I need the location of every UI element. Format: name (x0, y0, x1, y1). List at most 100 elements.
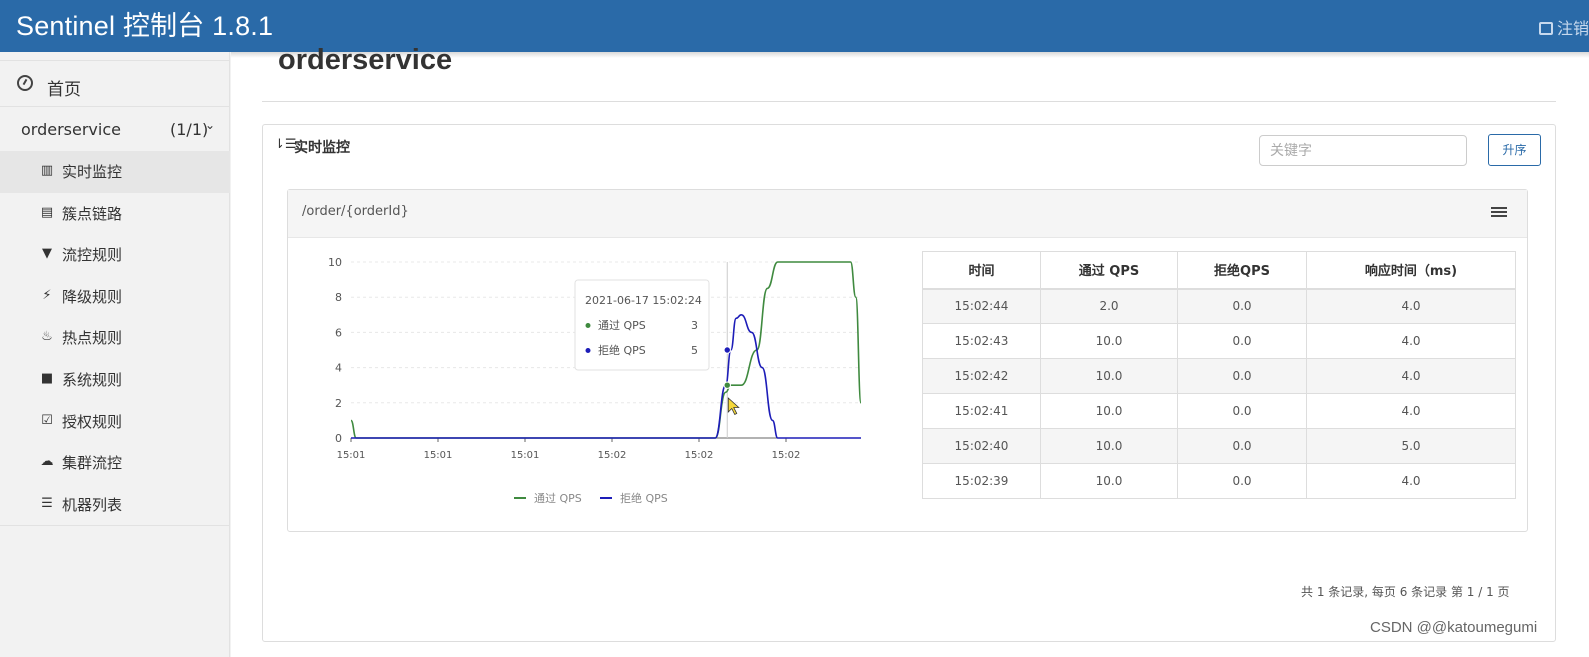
app-name: orderservice (21, 120, 121, 139)
table-cell: 15:02:41 (922, 393, 1041, 429)
table-cell: 15:02:43 (922, 323, 1041, 359)
th-list-icon: ☰ (41, 495, 53, 511)
keyword-search-input[interactable] (1259, 135, 1467, 166)
sidebar-item-label: 机器列表 (62, 495, 123, 514)
app-machine-count: (1/1) (170, 120, 209, 139)
table-row: 15:02:42 10.0 0.0 4.0 (922, 358, 1516, 394)
tooltip-series-value: 5 (691, 344, 698, 357)
tooltip-title: 2021-06-17 15:02:24 (585, 294, 702, 307)
table-cell: 0.0 (1177, 463, 1307, 499)
sidebar-item-8[interactable]: ☁ 集群流控 (0, 442, 230, 484)
sidebar-item-label: 簇点链路 (62, 204, 123, 223)
sidebar-item-label: 授权规则 (62, 412, 123, 431)
column-header: 响应时间（ms) (1306, 251, 1516, 290)
list-alt-icon: ▤ (40, 204, 54, 220)
sidebar-item-2[interactable]: ▤ 簇点链路 (0, 193, 230, 235)
tooltip-dot (585, 323, 591, 328)
table-cell: 4.0 (1306, 358, 1516, 394)
lock-icon: ■ (40, 370, 54, 386)
sidebar-divider (0, 525, 230, 526)
resource-card-header: /order/{orderId} (288, 190, 1527, 238)
y-tick-label: 4 (335, 362, 342, 375)
x-tick-label: 15:02 (772, 450, 801, 461)
table-cell: 0.0 (1177, 393, 1307, 429)
x-tick-label: 15:01 (511, 450, 540, 461)
panel-title: 实时监控 (294, 140, 350, 156)
table-row: 15:02:39 10.0 0.0 4.0 (922, 463, 1516, 499)
sidebar-item-label: 集群流控 (62, 454, 123, 473)
logout-label: 注销 (1556, 19, 1589, 38)
table-cell: 10.0 (1040, 393, 1178, 429)
table-row: 15:02:43 10.0 0.0 4.0 (922, 323, 1516, 359)
y-tick-label: 10 (328, 256, 342, 269)
y-tick-label: 0 (335, 432, 342, 445)
legend-label: 拒绝 QPS (620, 491, 668, 505)
table-cell: 0.0 (1177, 288, 1307, 324)
sidebar-item-label: 流控规则 (62, 246, 123, 265)
sidebar-item-home[interactable]: 首页 (0, 60, 230, 107)
watermark: CSDN @@katoumegumi (1370, 619, 1538, 636)
cloud-icon: ☁ (40, 454, 54, 470)
pagination-info: 共 1 条记录, 每页 6 条记录 第 1 / 1 页 (1301, 585, 1510, 599)
mouse-cursor-icon (727, 397, 740, 416)
resource-card: /order/{orderId} 0 2 4 6 8 10 15:01 15:01 15:01 1… (287, 189, 1528, 532)
fire-icon: ♨ (41, 329, 53, 345)
sidebar-item-9[interactable]: ☰ 机器列表 (0, 484, 230, 526)
sidebar-item-3[interactable]: ▼ 流控规则 (0, 234, 230, 276)
sidebar-item-5[interactable]: ♨ 热点规则 (0, 317, 230, 359)
page-title: orderservice (278, 44, 453, 76)
table-cell: 15:02:42 (922, 358, 1041, 394)
table-cell: 10.0 (1040, 428, 1178, 464)
sidebar-item-label: 热点规则 (62, 329, 123, 348)
sidebar-item-4[interactable]: ⚡ 降级规则 (0, 276, 230, 318)
qps-line-chart[interactable]: 0 2 4 6 8 10 15:01 15:01 15:01 15:02 15:02 15:02 202… (318, 248, 878, 508)
metrics-table: 时间 通过 QPS 拒绝QPS 响应时间（ms) 15:02:44 2.0 0.0 4.0 1… (922, 251, 1516, 499)
table-cell: 4.0 (1306, 393, 1516, 429)
y-tick-label: 2 (335, 397, 342, 410)
bar-chart-icon: ▥ (40, 163, 54, 178)
brand-title[interactable]: Sentinel 控制台 1.8.1 (16, 4, 273, 43)
tooltip-series-name: 通过 QPS (598, 319, 646, 332)
logout-icon (1538, 22, 1553, 35)
table-cell: 0.0 (1177, 323, 1307, 359)
tooltip-series-name: 拒绝 QPS (598, 343, 646, 357)
sort-ascending-button[interactable]: 升序 (1488, 134, 1541, 166)
chevron-down-icon: ⌄ (205, 118, 216, 132)
table-cell: 5.0 (1306, 428, 1516, 464)
column-header: 通过 QPS (1040, 251, 1178, 290)
table-row: 15:02:41 10.0 0.0 4.0 (922, 393, 1516, 429)
table-cell: 0.0 (1177, 428, 1307, 464)
tooltip-series-value: 3 (691, 319, 698, 332)
x-tick-label: 15:02 (685, 450, 714, 461)
sidebar-menu: ▥ 实时监控 ▤ 簇点链路 ▼ 流控规则 ⚡ 降级规则 ♨ 热点规则 ■ 系统规则 ☑ 授权规则 ☁ 集群流控… (0, 151, 230, 525)
table-cell: 15:02:39 (922, 463, 1041, 499)
table-cell: 4.0 (1306, 288, 1516, 324)
sidebar-item-7[interactable]: ☑ 授权规则 (0, 401, 230, 443)
menu-icon[interactable] (1491, 207, 1507, 219)
sidebar-item-label: 系统规则 (62, 370, 123, 389)
sidebar-item-1[interactable]: ▥ 实时监控 (0, 151, 230, 193)
sidebar-item-6[interactable]: ■ 系统规则 (0, 359, 230, 401)
table-cell: 15:02:40 (922, 428, 1041, 464)
hover-point-block (723, 346, 731, 354)
table-cell: 4.0 (1306, 463, 1516, 499)
dashboard-icon (17, 75, 33, 91)
y-tick-label: 6 (335, 326, 342, 339)
sidebar-item-label: 降级规则 (62, 287, 123, 306)
column-header: 拒绝QPS (1177, 251, 1307, 290)
tooltip-dot (585, 348, 591, 353)
x-tick-label: 15:01 (337, 450, 366, 461)
table-row: 15:02:44 2.0 0.0 4.0 (922, 288, 1516, 324)
table-cell: 10.0 (1040, 358, 1178, 394)
main-content: orderservice ⇂☰ 实时监控 升序 /order/{orderId}… (231, 44, 1589, 657)
resource-name: /order/{orderId} (302, 204, 409, 219)
logout-link[interactable]: 注销 (1538, 15, 1589, 39)
x-tick-label: 15:01 (424, 450, 453, 461)
table-cell: 10.0 (1040, 463, 1178, 499)
table-row: 15:02:40 10.0 0.0 5.0 (922, 428, 1516, 464)
title-divider (262, 101, 1556, 102)
sidebar: 首页 orderservice (1/1) ⌄ ▥ 实时监控 ▤ 簇点链路 ▼ 流控规则 ⚡… (0, 52, 230, 657)
table-cell: 4.0 (1306, 323, 1516, 359)
app-group-toggle[interactable]: orderservice (1/1) ⌄ (0, 108, 230, 152)
sidebar-item-label: 实时监控 (62, 163, 123, 181)
